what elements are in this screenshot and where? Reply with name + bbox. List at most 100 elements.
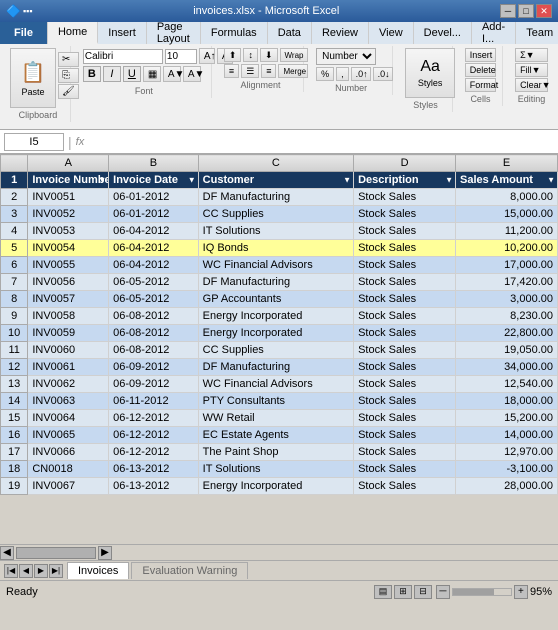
zoom-slider[interactable] — [452, 588, 512, 596]
bold-button[interactable]: B — [83, 66, 101, 82]
cell-customer[interactable]: DF Manufacturing — [198, 274, 353, 291]
cell-amount[interactable]: 14,000.00 — [456, 427, 558, 444]
fill-color-button[interactable]: A▼ — [163, 66, 181, 82]
percent-button[interactable]: % — [316, 67, 334, 81]
cell-date[interactable]: 06-01-2012 — [109, 189, 199, 206]
cell-invoice[interactable]: INV0064 — [28, 410, 109, 427]
close-button[interactable]: ✕ — [536, 4, 552, 18]
next-sheet-button[interactable]: ▶ — [34, 564, 48, 578]
cell-amount[interactable]: 8,230.00 — [456, 308, 558, 325]
cell-invoice[interactable]: INV0056 — [28, 274, 109, 291]
table-row[interactable]: 3 INV0052 06-01-2012 CC Supplies Stock S… — [1, 206, 558, 223]
format-painter-button[interactable]: 🖌 — [58, 84, 79, 99]
cell-amount[interactable]: 19,050.00 — [456, 342, 558, 359]
cell-amount[interactable]: 17,420.00 — [456, 274, 558, 291]
cell-invoice[interactable]: CN0018 — [28, 461, 109, 478]
wrap-text-button[interactable]: Wrap — [280, 48, 309, 62]
cell-description[interactable]: Stock Sales — [354, 308, 456, 325]
increase-font-button[interactable]: A↑ — [199, 48, 215, 64]
cell-amount[interactable]: 34,000.00 — [456, 359, 558, 376]
insert-cells-button[interactable]: Insert — [465, 48, 496, 62]
cell-date[interactable]: 06-13-2012 — [109, 478, 199, 495]
table-row[interactable]: 11 INV0060 06-08-2012 CC Supplies Stock … — [1, 342, 558, 359]
cell-description[interactable]: Stock Sales — [354, 206, 456, 223]
table-row[interactable]: 6 INV0055 06-04-2012 WC Financial Adviso… — [1, 257, 558, 274]
cell-description[interactable]: Stock Sales — [354, 478, 456, 495]
cell-customer[interactable]: The Paint Shop — [198, 444, 353, 461]
cell-invoice[interactable]: INV0055 — [28, 257, 109, 274]
cell-invoice[interactable]: INV0052 — [28, 206, 109, 223]
copy-button[interactable]: ⎘ — [58, 68, 79, 83]
zoom-out-button[interactable]: ─ — [436, 585, 450, 599]
increase-decimal-button[interactable]: .0↑ — [351, 67, 371, 81]
sheet-tab-invoices[interactable]: Invoices — [67, 562, 129, 579]
font-name-input[interactable] — [83, 49, 163, 64]
cell-customer[interactable]: DF Manufacturing — [198, 359, 353, 376]
cell-description[interactable]: Stock Sales — [354, 461, 456, 478]
cell-description[interactable]: Stock Sales — [354, 223, 456, 240]
cell-customer[interactable]: WC Financial Advisors — [198, 376, 353, 393]
cell-amount[interactable]: 17,000.00 — [456, 257, 558, 274]
cell-customer[interactable]: WW Retail — [198, 410, 353, 427]
cell-invoice[interactable]: INV0051 — [28, 189, 109, 206]
styles-button[interactable]: Aa Styles — [405, 48, 455, 98]
cell-date[interactable]: 06-09-2012 — [109, 376, 199, 393]
scroll-left-button[interactable]: ◀ — [0, 546, 14, 560]
cell-description[interactable]: Stock Sales — [354, 410, 456, 427]
maximize-button[interactable]: □ — [518, 4, 534, 18]
align-center-button[interactable]: ☰ — [241, 64, 259, 78]
filter-arrow-e[interactable]: ▼ — [547, 176, 555, 185]
scroll-right-button[interactable]: ▶ — [98, 546, 112, 560]
tab-file[interactable]: File — [0, 22, 48, 44]
cell-description[interactable]: Stock Sales — [354, 325, 456, 342]
page-break-view-button[interactable]: ⊟ — [414, 585, 432, 599]
table-row[interactable]: 13 INV0062 06-09-2012 WC Financial Advis… — [1, 376, 558, 393]
tab-data[interactable]: Data — [268, 22, 312, 44]
cell-description[interactable]: Stock Sales — [354, 393, 456, 410]
italic-button[interactable]: I — [103, 66, 121, 82]
cell-amount[interactable]: 8,000.00 — [456, 189, 558, 206]
align-left-button[interactable]: ≡ — [224, 64, 239, 78]
cell-invoice[interactable]: INV0061 — [28, 359, 109, 376]
cell-amount[interactable]: 12,540.00 — [456, 376, 558, 393]
tab-review[interactable]: Review — [312, 22, 369, 44]
cell-description[interactable]: Stock Sales — [354, 376, 456, 393]
cell-amount[interactable]: 22,800.00 — [456, 325, 558, 342]
underline-button[interactable]: U — [123, 66, 141, 82]
cell-date[interactable]: 06-08-2012 — [109, 342, 199, 359]
border-button[interactable]: ▦ — [143, 66, 161, 82]
delete-cells-button[interactable]: Delete — [465, 63, 496, 77]
table-row[interactable]: 8 INV0057 06-05-2012 GP Accountants Stoc… — [1, 291, 558, 308]
table-row[interactable]: 12 INV0061 06-09-2012 DF Manufacturing S… — [1, 359, 558, 376]
filter-arrow-d[interactable]: ▼ — [445, 176, 453, 185]
filter-arrow-a[interactable]: ▼ — [98, 176, 106, 185]
sheet-tab-warning[interactable]: Evaluation Warning — [131, 562, 248, 579]
prev-sheet-button[interactable]: ◀ — [19, 564, 33, 578]
cell-date[interactable]: 06-12-2012 — [109, 444, 199, 461]
decrease-decimal-button[interactable]: .0↓ — [373, 67, 393, 81]
zoom-in-button[interactable]: + — [514, 585, 528, 599]
cell-date[interactable]: 06-08-2012 — [109, 308, 199, 325]
align-top-button[interactable]: ⬆ — [224, 48, 242, 62]
cell-customer[interactable]: WC Financial Advisors — [198, 257, 353, 274]
cell-invoice[interactable]: INV0054 — [28, 240, 109, 257]
merge-button[interactable]: Merge — [278, 64, 308, 78]
table-row[interactable]: 10 INV0059 06-08-2012 Energy Incorporate… — [1, 325, 558, 342]
cell-amount[interactable]: -3,100.00 — [456, 461, 558, 478]
table-row[interactable]: 16 INV0065 06-12-2012 EC Estate Agents S… — [1, 427, 558, 444]
cell-customer[interactable]: CC Supplies — [198, 342, 353, 359]
normal-view-button[interactable]: ▤ — [374, 585, 392, 599]
font-size-input[interactable] — [165, 49, 197, 64]
cell-invoice[interactable]: INV0057 — [28, 291, 109, 308]
cut-button[interactable]: ✂ — [58, 52, 79, 67]
table-row[interactable]: 5 INV0054 06-04-2012 IQ Bonds Stock Sale… — [1, 240, 558, 257]
cell-amount[interactable]: 15,200.00 — [456, 410, 558, 427]
cell-invoice[interactable]: INV0058 — [28, 308, 109, 325]
horizontal-scrollbar[interactable]: ◀ ▶ — [0, 544, 558, 560]
col-header-a[interactable]: A — [28, 155, 109, 172]
cell-description[interactable]: Stock Sales — [354, 257, 456, 274]
cell-date[interactable]: 06-04-2012 — [109, 240, 199, 257]
cell-amount[interactable]: 10,200.00 — [456, 240, 558, 257]
autosum-button[interactable]: Σ▼ — [515, 48, 548, 62]
font-color-button[interactable]: A▼ — [183, 66, 201, 82]
